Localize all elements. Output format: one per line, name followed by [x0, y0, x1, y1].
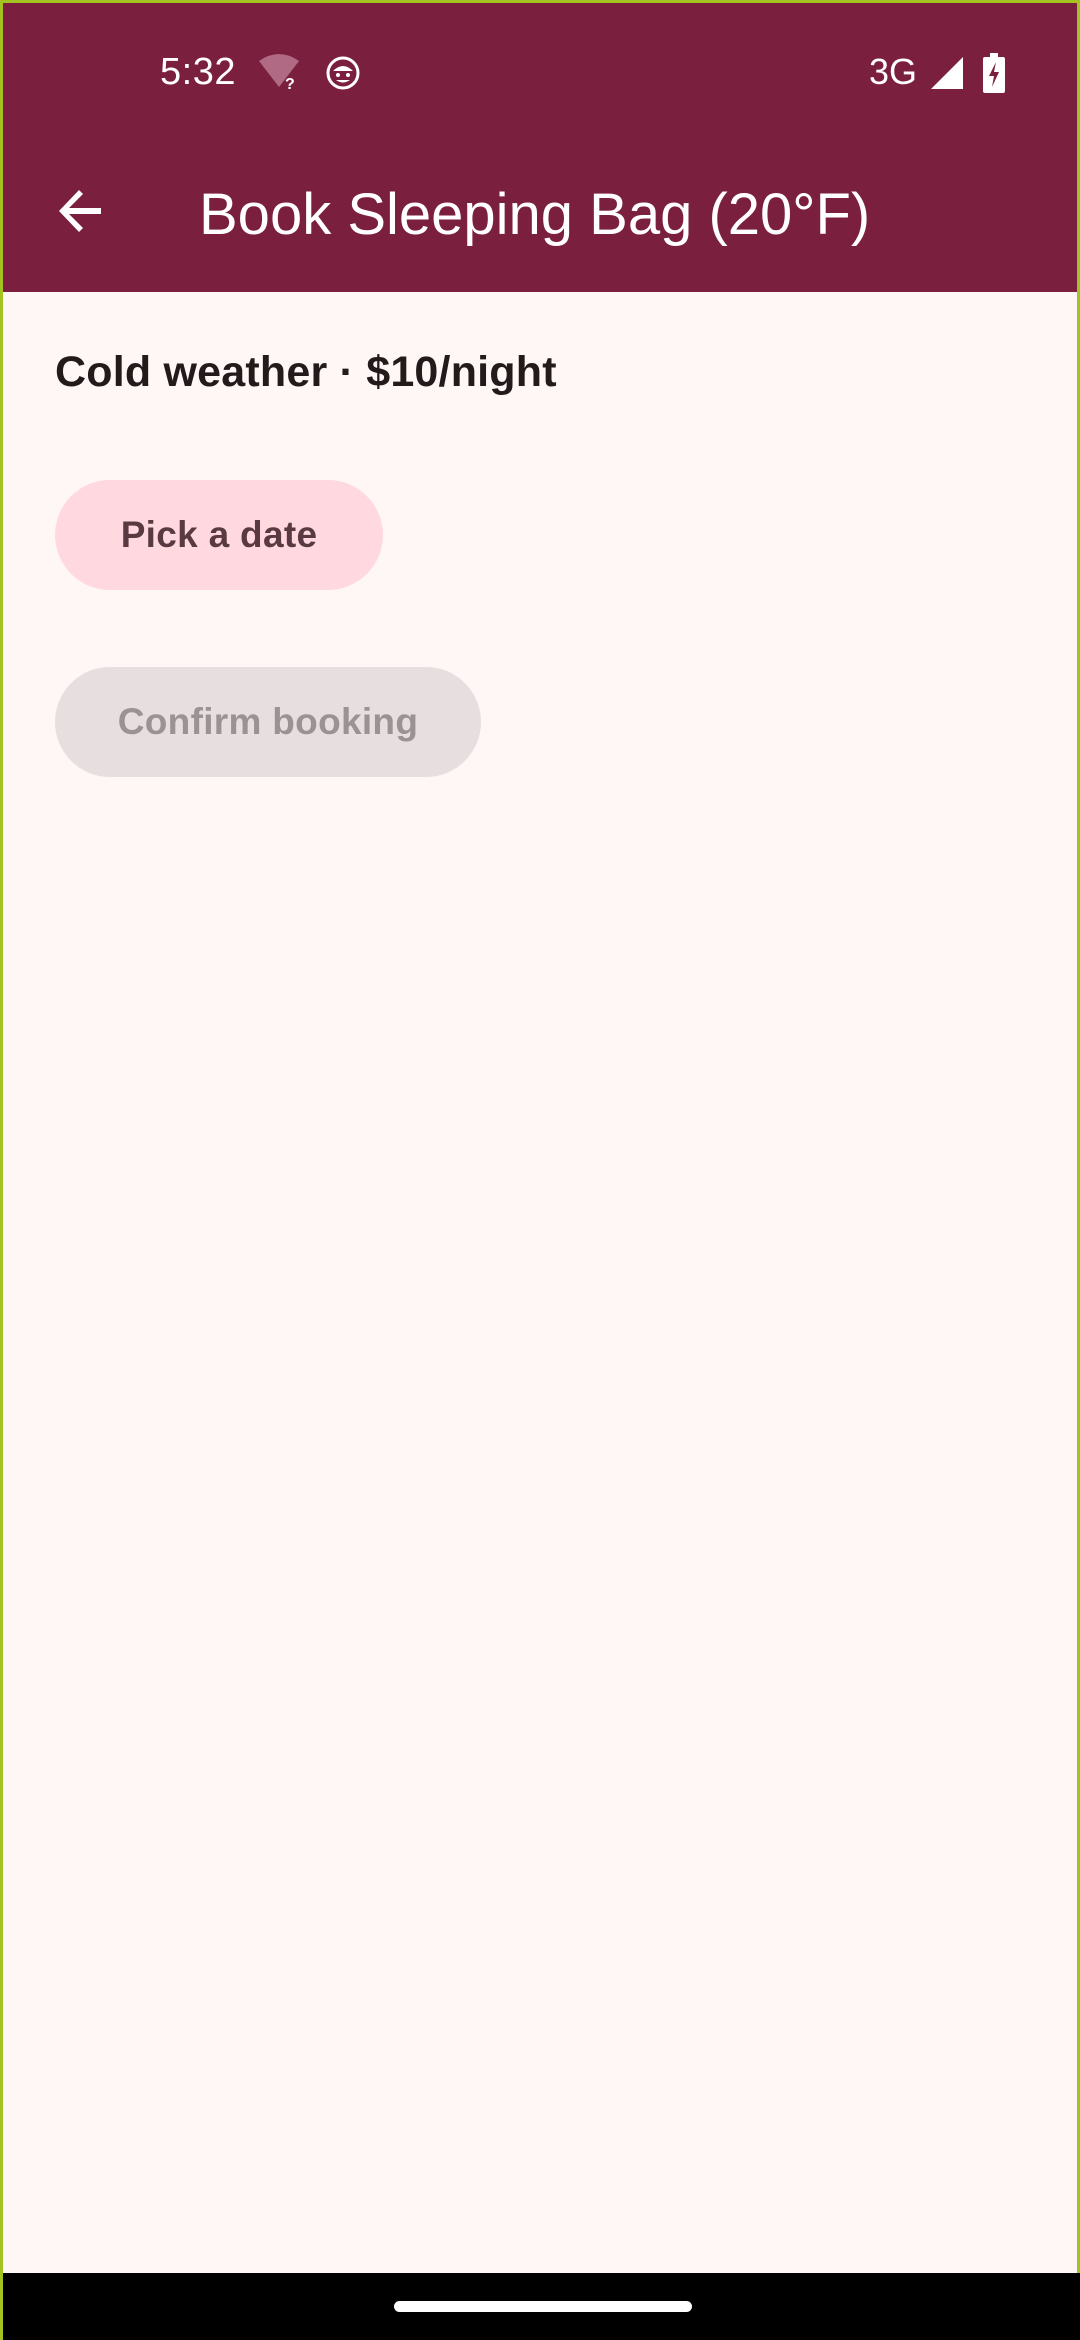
- navigation-bar: [3, 2273, 1080, 2340]
- wifi-question-icon: ?: [257, 53, 301, 93]
- pick-date-button[interactable]: Pick a date: [55, 480, 383, 590]
- item-description: Cold weather · $10/night: [55, 348, 557, 396]
- network-type-label: 3G: [869, 51, 918, 92]
- signal-icon: [929, 55, 965, 91]
- back-button[interactable]: [39, 171, 123, 255]
- page-title: Book Sleeping Bag (20°F): [199, 182, 871, 247]
- battery-charging-icon: [983, 53, 1005, 93]
- arrow-back-icon: [57, 187, 105, 240]
- home-indicator[interactable]: [394, 2301, 692, 2312]
- screen: 5:32 ? 3G Book Sleeping Bag (20°F) Cold …: [0, 0, 1080, 2340]
- svg-text:?: ?: [285, 76, 295, 91]
- face-icon: [325, 55, 361, 91]
- confirm-booking-button[interactable]: Confirm booking: [55, 667, 481, 777]
- status-bar: 5:32 ? 3G: [3, 3, 1077, 145]
- status-time: 5:32: [160, 51, 236, 93]
- app-bar: Book Sleeping Bag (20°F): [3, 145, 1077, 292]
